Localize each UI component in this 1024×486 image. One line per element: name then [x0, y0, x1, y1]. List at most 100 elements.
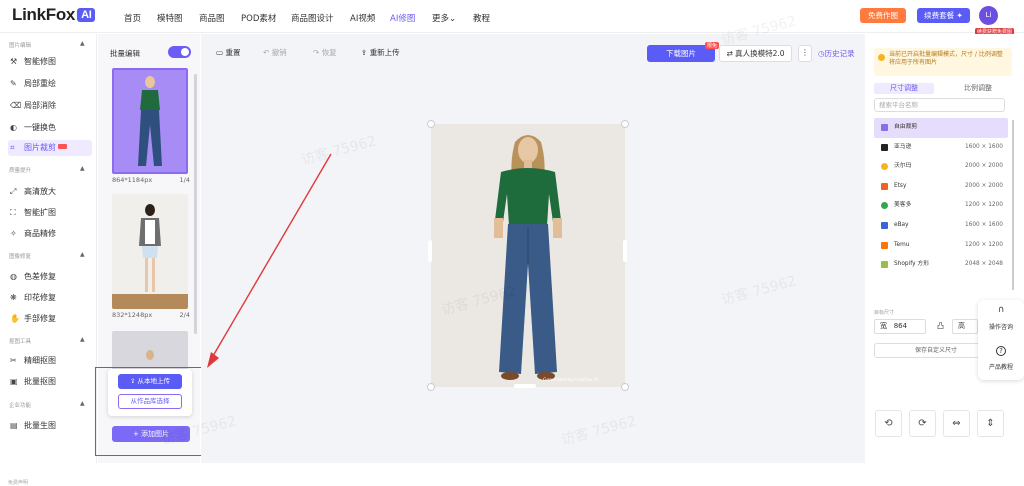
batch-notice: 当前已开启批量编辑模式，尺寸 / 比例调整将应用于所有图片: [874, 48, 1012, 76]
tutorial-button[interactable]: 产品教程: [978, 362, 1024, 371]
platform-item[interactable]: 沃尔玛 2000 × 2000: [874, 157, 1008, 177]
headset-icon: ∩: [997, 305, 1005, 315]
sidebar-item-upscale[interactable]: ⤢ 高清放大: [8, 184, 92, 200]
crop-handle-left[interactable]: [428, 240, 432, 262]
width-label: 宽: [880, 322, 887, 330]
crop-handle-top-left[interactable]: [427, 120, 435, 128]
sidebar-item-batch-cutout[interactable]: ▣ 批量抠图: [8, 374, 92, 390]
nav-model[interactable]: 模特图: [157, 12, 183, 24]
batch-edit-toggle[interactable]: [168, 46, 191, 58]
reset-button[interactable]: ▭ 重置: [216, 47, 240, 58]
thumbnail-scrollbar[interactable]: [194, 74, 197, 334]
sidebar-item-product-refine[interactable]: ✧ 商品精修: [8, 226, 92, 242]
redo-button[interactable]: ↷ 恢复: [313, 47, 337, 58]
sidebar-item-color-fix[interactable]: ◍ 色差修复: [8, 269, 92, 285]
temu-icon: [881, 241, 888, 249]
crop-handle-right[interactable]: [623, 240, 627, 262]
crop-handle-bottom-right[interactable]: [621, 383, 629, 391]
link-ratio-icon[interactable]: 凸: [937, 321, 944, 331]
platform-item[interactable]: Temu 1200 × 1200: [874, 236, 1008, 256]
section-title-cutout: 抠图工具: [9, 339, 32, 345]
platform-item[interactable]: 亚马逊 1600 × 1600: [874, 138, 1008, 158]
nav-home[interactable]: 首页: [124, 12, 141, 24]
sidebar-item-print-fix[interactable]: ❋ 印花修复: [8, 290, 92, 306]
model-thumbnail: [112, 194, 188, 309]
crop-icon: ⌗: [10, 143, 15, 152]
nav-ai-retouch[interactable]: AI修图: [390, 12, 415, 24]
height-input[interactable]: 高: [952, 319, 978, 334]
sidebar-item-fine-cutout[interactable]: ✂ 精细抠图: [8, 353, 92, 369]
platform-item[interactable]: Etsy 2000 × 2000: [874, 177, 1008, 197]
section-title-quality: 质量提升: [9, 168, 32, 174]
platform-item[interactable]: 美客多 1200 × 1200: [874, 196, 1008, 216]
free-limited-badge: 限免: [705, 42, 720, 49]
avatar[interactable]: Li: [979, 6, 998, 25]
tab-ratio[interactable]: 比例调整: [944, 83, 1012, 94]
sidebar-item-local-repaint[interactable]: ✎ 局部重绘: [8, 76, 92, 92]
flip-vertical-button[interactable]: ⇕: [977, 410, 1004, 437]
undo-icon: ↶: [263, 48, 270, 57]
nav-more[interactable]: 更多⌄: [432, 12, 456, 24]
undo-button[interactable]: ↶ 撤销: [263, 47, 287, 58]
collapse-icon[interactable]: ▲: [80, 165, 85, 172]
collapse-icon[interactable]: ▲: [80, 336, 85, 343]
thumbnail-2-meta: 2/4 832*1248px: [112, 311, 190, 319]
sidebar-item-recolor[interactable]: ◐ 一键换色: [8, 120, 92, 136]
logo[interactable]: LinkFox AI: [12, 5, 96, 25]
sidebar-item-crop[interactable]: ⌗ 图片裁剪: [8, 140, 92, 156]
platform-list: 自由裁剪 亚马逊 1600 × 1600 沃尔玛 2000 × 2000 Etsy 2…: [874, 118, 1008, 275]
reset-icon: ▭: [216, 48, 224, 57]
consult-button[interactable]: 操作咨询: [978, 322, 1024, 331]
platform-item[interactable]: 自由裁剪: [874, 118, 1008, 138]
width-input[interactable]: 宽 864: [874, 319, 926, 334]
platform-scrollbar[interactable]: [1012, 120, 1014, 290]
sidebar-item-smart-retouch[interactable]: ⚒ 智能修图: [8, 54, 92, 70]
sidebar-item-hand-fix[interactable]: ✋ 手部修复: [8, 311, 92, 327]
flip-horizontal-button[interactable]: ⇔: [943, 410, 970, 437]
wand-icon: ⚒: [10, 57, 18, 66]
free-create-button[interactable]: 免费作图: [860, 8, 906, 23]
thumbnail-2[interactable]: [112, 194, 188, 309]
swap-icon: ⇄: [726, 49, 733, 58]
sidebar-item-local-erase[interactable]: ⌫ 局部消除: [8, 98, 92, 114]
renew-plan-button[interactable]: 续费套餐 ✦: [917, 8, 970, 23]
section-title-repair: 图像修复: [9, 254, 32, 260]
mercadolibre-icon: [881, 202, 888, 210]
nav-ai-video[interactable]: AI视频: [350, 12, 375, 24]
rotate-right-icon: ⟳: [918, 418, 927, 429]
rotate-right-button[interactable]: ⟳: [909, 410, 936, 437]
canvas-toolbar: ▭ 重置 ↶ 撤销 ↷ 恢复 ⇪ 重新上传 下载图片 限免 ⇄ 真人换模特2.0…: [201, 34, 865, 68]
rotate-left-button[interactable]: ⟲: [875, 410, 902, 437]
crop-handle-bottom-left[interactable]: [427, 383, 435, 391]
collapse-icon[interactable]: ▲: [80, 400, 85, 407]
platform-item[interactable]: eBay 1600 × 1600: [874, 216, 1008, 236]
nav-tutorial[interactable]: 教程: [473, 12, 490, 24]
history-button[interactable]: ◷历史记录: [818, 48, 855, 59]
etsy-icon: [881, 182, 888, 190]
crop-handle-top-right[interactable]: [621, 120, 629, 128]
platform-item[interactable]: Shopify 方形 2048 × 2048: [874, 255, 1008, 275]
thumbnail-3[interactable]: [112, 331, 188, 371]
more-options-button[interactable]: ⋮: [798, 45, 812, 62]
platform-search-input[interactable]: 搜索平台名称: [874, 98, 1005, 112]
thumbnail-1[interactable]: [112, 68, 188, 174]
sidebar-item-batch-generate[interactable]: ▤ 批量生图: [8, 418, 92, 434]
collapse-icon[interactable]: ▲: [80, 251, 85, 258]
crop-handle-bottom[interactable]: [514, 384, 536, 388]
nav-product[interactable]: 商品图: [199, 12, 225, 24]
collapse-icon[interactable]: ▲: [80, 40, 85, 47]
print-icon: ❋: [10, 293, 17, 302]
sidebar: 图片编辑 ▲ ⚒ 智能修图 ✎ 局部重绘 ⌫ 局部消除 ◐ 一键换色 ⌗ 图片裁剪 质量提…: [0, 34, 97, 486]
rotate-left-icon: ⟲: [884, 418, 893, 429]
model-thumbnail: [146, 350, 154, 360]
disclaimer-link[interactable]: 免费声明: [8, 479, 28, 486]
chevron-down-icon: ⌄: [449, 14, 457, 24]
thumbnail-1-meta: 1/4 864*1184px: [112, 176, 190, 184]
tab-size[interactable]: 尺寸调整: [874, 83, 934, 94]
nav-pod[interactable]: POD素材: [241, 12, 276, 24]
nav-product-design[interactable]: 商品图设计: [291, 12, 334, 24]
reupload-button[interactable]: ⇪ 重新上传: [361, 47, 400, 58]
main-image[interactable]: Generated by LinkFox AI: [431, 124, 625, 387]
flip-horizontal-icon: ⇔: [952, 418, 961, 429]
sidebar-item-expand[interactable]: ⛶ 智能扩图: [8, 205, 92, 221]
